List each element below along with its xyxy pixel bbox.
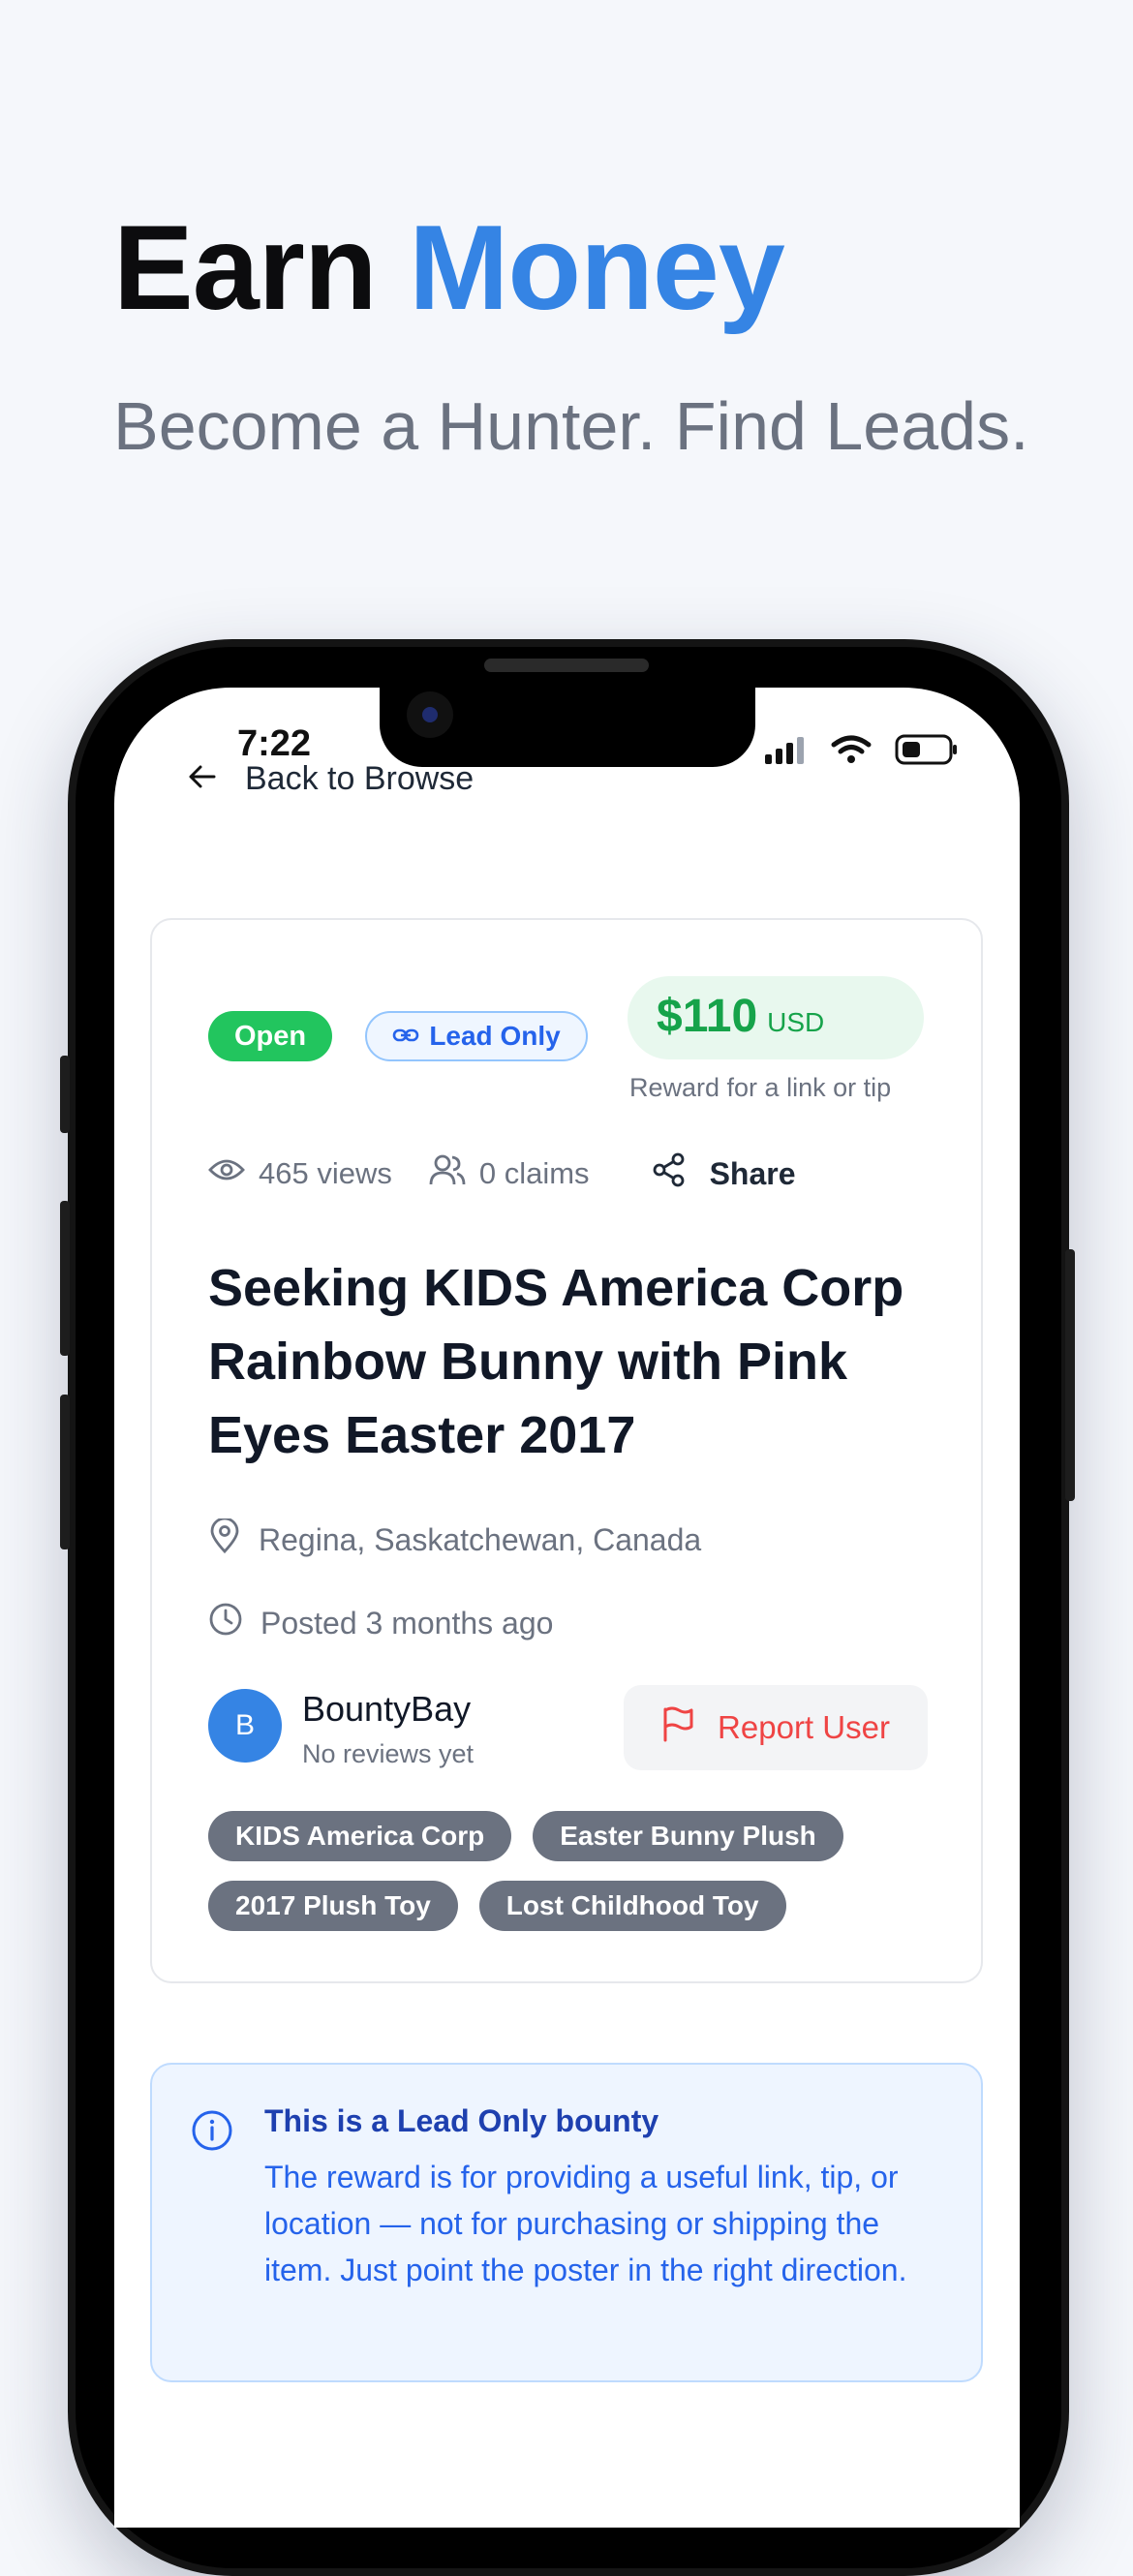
signal-icon bbox=[763, 735, 808, 769]
share-icon bbox=[652, 1152, 687, 1195]
reward-currency: USD bbox=[767, 1007, 825, 1037]
phone-speaker bbox=[484, 659, 649, 672]
lead-only-info-box: This is a Lead Only bounty The reward is… bbox=[150, 2063, 983, 2382]
reward-caption: Reward for a link or tip bbox=[629, 1073, 892, 1102]
location-row: Regina, Saskatchewan, Canada bbox=[208, 1517, 702, 1561]
phone-volume-down-button bbox=[60, 1395, 70, 1549]
promo-title-part1: Earn bbox=[113, 201, 378, 335]
report-user-button[interactable]: Report User bbox=[624, 1685, 928, 1770]
phone-volume-up-button bbox=[60, 1201, 70, 1356]
promo-title: Earn Money bbox=[113, 208, 785, 328]
posted-text: Posted 3 months ago bbox=[260, 1605, 554, 1641]
poster-avatar[interactable]: B bbox=[208, 1689, 282, 1763]
poster-name[interactable]: BountyBay bbox=[302, 1689, 471, 1730]
status-badge: Open bbox=[208, 1011, 332, 1061]
tag[interactable]: KIDS America Corp bbox=[208, 1811, 512, 1861]
lead-only-label: Lead Only bbox=[429, 1021, 561, 1051]
lead-only-badge: Lead Only bbox=[365, 1011, 588, 1061]
battery-icon bbox=[895, 734, 959, 770]
location-text: Regina, Saskatchewan, Canada bbox=[259, 1521, 702, 1557]
phone-power-button bbox=[1065, 1249, 1075, 1501]
share-label: Share bbox=[709, 1155, 796, 1191]
claims-count: 0 claims bbox=[478, 1156, 590, 1190]
tag-list: KIDS America Corp Easter Bunny Plush 201… bbox=[208, 1811, 944, 1931]
arrow-left-icon bbox=[187, 761, 218, 797]
promo-title-part2: Money bbox=[409, 201, 785, 335]
clock-icon bbox=[208, 1602, 243, 1644]
tag[interactable]: Lost Childhood Toy bbox=[478, 1881, 786, 1931]
eye-icon bbox=[208, 1156, 245, 1191]
users-icon bbox=[429, 1153, 466, 1194]
map-pin-icon bbox=[208, 1517, 241, 1561]
promo-subtitle: Become a Hunter. Find Leads. bbox=[113, 388, 1029, 464]
stats-row: 465 views 0 claims Share bbox=[208, 1152, 796, 1195]
tag[interactable]: 2017 Plush Toy bbox=[208, 1881, 458, 1931]
claims-stat: 0 claims bbox=[429, 1153, 590, 1194]
status-time: 7:22 bbox=[237, 723, 312, 764]
phone-screen: 7:22 Back to Browse Open Lead Only $110 … bbox=[114, 688, 1020, 2528]
wifi-icon bbox=[831, 735, 872, 769]
front-camera bbox=[407, 691, 453, 738]
bounty-title: Seeking KIDS America Corp Rainbow Bunny … bbox=[208, 1259, 904, 1464]
flag-icon bbox=[661, 1705, 694, 1750]
posted-row: Posted 3 months ago bbox=[208, 1602, 553, 1644]
info-body: The reward is for providing a useful lin… bbox=[264, 2160, 907, 2287]
reward-amount: $110 bbox=[657, 991, 758, 1042]
link-icon bbox=[392, 1021, 419, 1052]
views-stat: 465 views bbox=[208, 1156, 392, 1191]
report-user-label: Report User bbox=[718, 1709, 890, 1745]
status-icons bbox=[763, 734, 959, 770]
phone-side-button bbox=[60, 1056, 70, 1133]
share-button[interactable]: Share bbox=[652, 1152, 796, 1195]
views-count: 465 views bbox=[259, 1156, 392, 1190]
bounty-card: Open Lead Only $110 USD Reward for a lin… bbox=[150, 918, 983, 1983]
poster-reviews: No reviews yet bbox=[302, 1739, 475, 1768]
info-icon bbox=[191, 2109, 233, 2157]
info-title: This is a Lead Only bounty bbox=[264, 2103, 659, 2138]
reward-pill: $110 USD bbox=[628, 976, 924, 1059]
tag[interactable]: Easter Bunny Plush bbox=[533, 1811, 843, 1861]
